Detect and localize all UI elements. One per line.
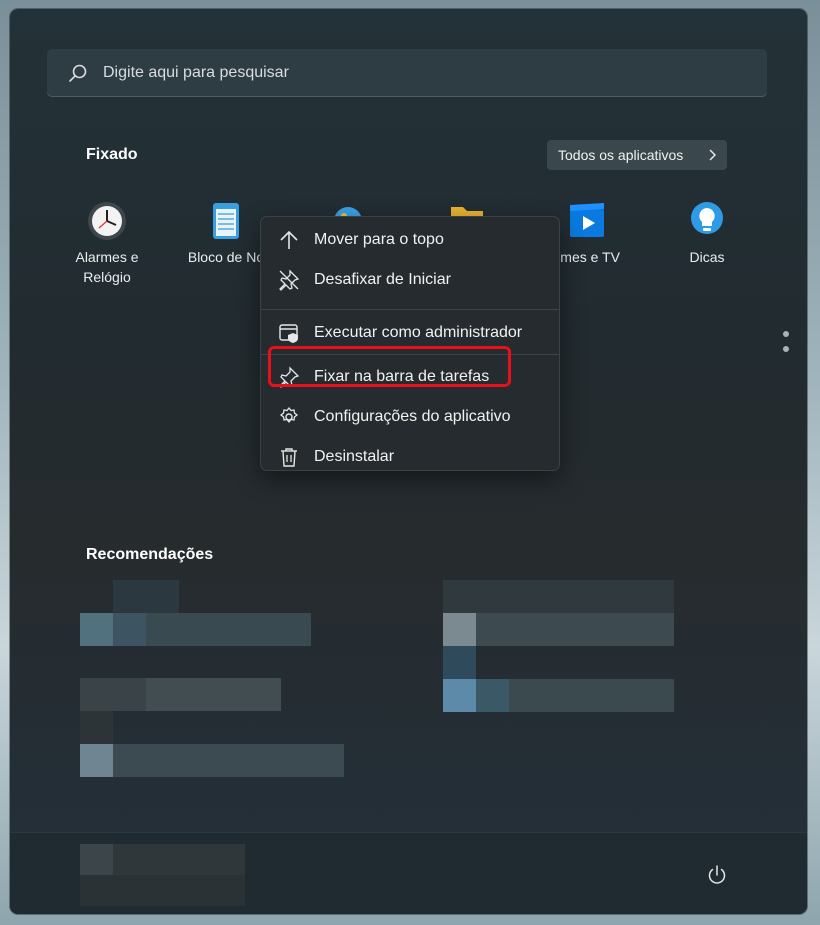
- app-tips[interactable]: Dicas: [657, 199, 757, 267]
- menu-item-move-to-top[interactable]: Mover para o topo: [261, 222, 559, 258]
- menu-item-label: Configurações do aplicativo: [314, 408, 511, 425]
- page-dot: [783, 346, 789, 352]
- unpin-icon: [279, 269, 300, 291]
- menu-item-label: Mover para o topo: [314, 231, 444, 248]
- recommendation-item-blurred[interactable]: [80, 678, 311, 744]
- page-indicator[interactable]: [783, 331, 789, 361]
- recommendation-item-blurred[interactable]: [80, 744, 344, 777]
- app-label: Alarmes e Relógio: [75, 249, 139, 285]
- app-label: Dicas: [689, 249, 725, 265]
- user-account-blurred[interactable]: [80, 844, 245, 906]
- all-apps-button[interactable]: Todos os aplicativos: [547, 140, 727, 170]
- admin-shield-icon: [279, 324, 298, 343]
- recommendations-title: Recomendações: [86, 546, 214, 563]
- menu-item-uninstall[interactable]: Desinstalar: [261, 439, 559, 475]
- movies-icon: [570, 203, 604, 237]
- menu-item-label: Desafixar de Iniciar: [314, 271, 451, 288]
- search-icon: [69, 64, 87, 82]
- recommendation-item-blurred[interactable]: [80, 580, 311, 646]
- notepad-icon: [213, 203, 239, 239]
- chevron-right-icon: [709, 149, 717, 161]
- recommendation-item-blurred[interactable]: [443, 646, 674, 712]
- highlight-box: [268, 346, 511, 387]
- clock-icon: [88, 202, 126, 240]
- recommendation-item-blurred[interactable]: [443, 580, 674, 646]
- context-menu: Mover para o topo Desafixar de Iniciar E…: [260, 216, 560, 471]
- start-menu: Digite aqui para pesquisar Fixado Todos …: [10, 9, 807, 914]
- power-icon[interactable]: [706, 864, 728, 886]
- app-alarms-clock[interactable]: Alarmes e Relógio: [57, 199, 157, 287]
- menu-separator: [261, 309, 559, 310]
- search-placeholder: Digite aqui para pesquisar: [103, 64, 289, 81]
- menu-item-label: Executar como administrador: [314, 324, 523, 341]
- all-apps-label: Todos os aplicativos: [558, 147, 684, 163]
- menu-item-unpin-from-start[interactable]: Desafixar de Iniciar: [261, 262, 559, 298]
- trash-icon: [281, 448, 297, 467]
- menu-item-label: Desinstalar: [314, 448, 395, 465]
- menu-item-app-settings[interactable]: Configurações do aplicativo: [261, 399, 559, 435]
- pinned-title: Fixado: [86, 146, 138, 163]
- search-box[interactable]: Digite aqui para pesquisar: [47, 49, 767, 97]
- arrow-up-icon: [280, 230, 298, 249]
- page-dot: [783, 331, 789, 337]
- lightbulb-icon: [691, 202, 723, 234]
- gear-icon: [279, 406, 299, 424]
